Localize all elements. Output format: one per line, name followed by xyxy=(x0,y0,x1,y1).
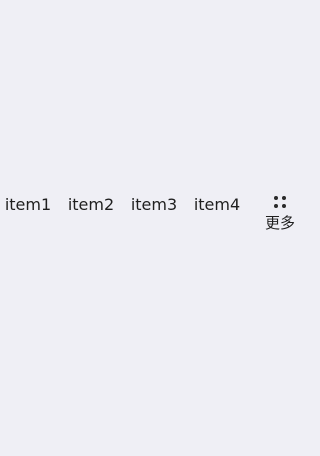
dot xyxy=(274,204,278,208)
toolbar-item-1[interactable]: item1 xyxy=(0,190,56,220)
toolbar-item-3[interactable]: item3 xyxy=(126,190,182,220)
more-dots-icon xyxy=(273,195,287,209)
toolbar-item-4[interactable]: item4 xyxy=(189,190,245,220)
dot xyxy=(282,204,286,208)
more-label: 更多 xyxy=(264,214,295,232)
dot xyxy=(282,196,286,200)
toolbar: item1 item2 item3 item4 更多 xyxy=(0,190,313,236)
toolbar-item-2[interactable]: item2 xyxy=(63,190,119,220)
more-button[interactable]: 更多 xyxy=(258,193,302,235)
dot xyxy=(274,196,278,200)
